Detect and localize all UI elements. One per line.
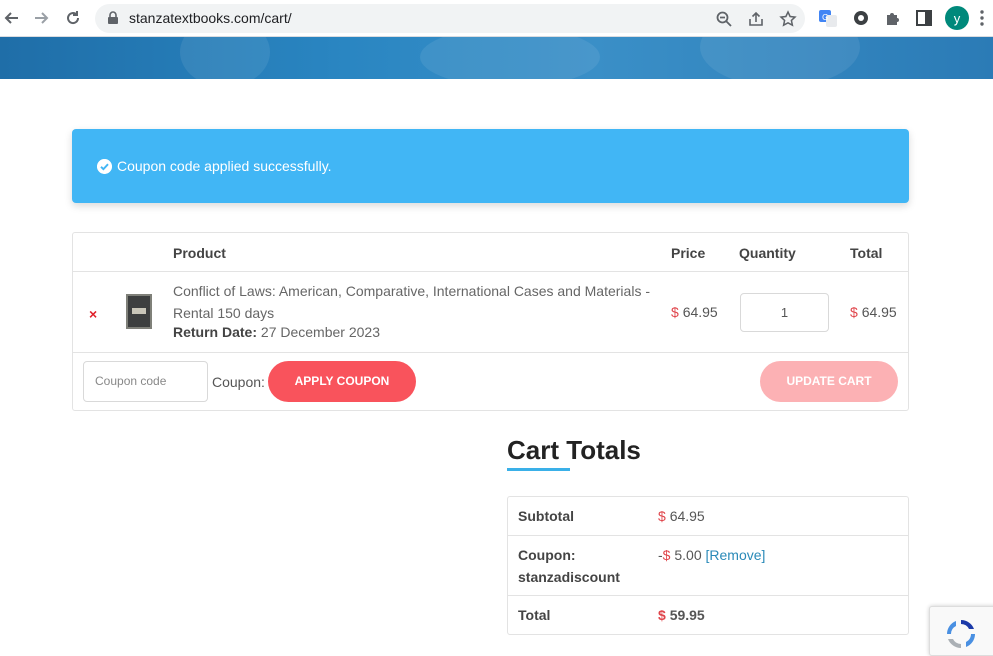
cart-table: Product Price Quantity Total × Conflict … xyxy=(72,232,909,411)
coupon-label: Coupon: xyxy=(212,374,265,390)
subtotal-currency: $ xyxy=(658,508,666,524)
price-currency: $ xyxy=(671,304,679,320)
divider xyxy=(508,595,908,596)
product-name[interactable]: Conflict of Laws: American, Comparative,… xyxy=(173,280,663,324)
subtotal-amount: $ 64.95 xyxy=(658,508,705,524)
recaptcha-icon xyxy=(947,620,975,648)
reload-icon[interactable] xyxy=(61,6,85,30)
coupon-label-text: Coupon: xyxy=(518,547,576,563)
total-value: 64.95 xyxy=(861,304,897,320)
side-panel-icon[interactable] xyxy=(914,8,934,28)
subtotal-value: 64.95 xyxy=(669,508,705,524)
title-underline xyxy=(507,468,570,471)
back-icon[interactable] xyxy=(0,6,24,30)
forward-icon[interactable] xyxy=(29,6,53,30)
header-price: Price xyxy=(671,245,706,261)
remove-item-icon[interactable]: × xyxy=(89,306,97,322)
update-cart-button[interactable]: UPDATE CART xyxy=(760,361,898,402)
share-icon[interactable] xyxy=(747,10,765,28)
url-text[interactable]: stanzatextbooks.com/cart/ xyxy=(129,10,292,26)
return-date-label: Return Date: xyxy=(173,324,258,340)
total-label: Total xyxy=(518,607,551,623)
coupon-value: 5.00 xyxy=(674,547,702,563)
address-bar[interactable]: stanzatextbooks.com/cart/ xyxy=(95,4,805,33)
menu-kebab-icon[interactable] xyxy=(980,9,984,27)
coupon-currency: $ xyxy=(662,547,671,563)
item-total: $ 64.95 xyxy=(850,304,897,320)
order-total: $ 59.95 xyxy=(658,607,705,623)
profile-avatar[interactable]: y xyxy=(945,6,969,30)
notice-message: Coupon code applied successfully. xyxy=(117,158,332,174)
bookmark-star-icon[interactable] xyxy=(779,10,797,28)
coupon-success-notice: Coupon code applied successfully. xyxy=(72,129,909,203)
remove-coupon-link[interactable]: [Remove] xyxy=(706,547,766,563)
recaptcha-badge[interactable] xyxy=(929,606,993,656)
divider xyxy=(73,352,908,353)
product-thumbnail[interactable] xyxy=(126,294,152,329)
coupon-line-label: Coupon: stanzadiscount xyxy=(518,544,620,588)
browser-toolbar: stanzatextbooks.com/cart/ G y xyxy=(0,0,993,37)
apply-coupon-button[interactable]: APPLY COUPON xyxy=(268,361,416,402)
zoom-icon[interactable] xyxy=(715,10,733,28)
total-currency: $ xyxy=(850,304,858,320)
header-total: Total xyxy=(850,245,883,261)
cart-totals-title: Cart Totals xyxy=(507,435,641,465)
subtotal-label: Subtotal xyxy=(518,508,574,524)
cart-totals-table: Subtotal $ 64.95 Coupon: stanzadiscount … xyxy=(507,496,909,635)
divider xyxy=(508,535,908,536)
header-quantity: Quantity xyxy=(739,245,796,261)
coupon-code-name: stanzadiscount xyxy=(518,569,620,585)
lock-icon xyxy=(108,11,118,24)
translate-icon[interactable]: G xyxy=(818,8,838,28)
hero-banner xyxy=(0,37,993,79)
order-total-value: 59.95 xyxy=(669,607,705,623)
header-product: Product xyxy=(173,245,226,261)
svg-text:G: G xyxy=(822,13,828,22)
check-circle-icon xyxy=(97,159,112,174)
return-date: Return Date: 27 December 2023 xyxy=(173,324,380,340)
coupon-amount: -$ 5.00 [Remove] xyxy=(658,547,765,563)
coupon-code-input[interactable]: Coupon code xyxy=(83,361,208,402)
item-price: $ 64.95 xyxy=(671,304,718,320)
order-total-currency: $ xyxy=(658,607,666,623)
quantity-input[interactable]: 1 xyxy=(740,293,829,332)
extensions-puzzle-icon[interactable] xyxy=(883,8,903,28)
price-value: 64.95 xyxy=(682,304,718,320)
divider xyxy=(73,271,908,272)
return-date-value: 27 December 2023 xyxy=(260,324,380,340)
extension-c-icon[interactable] xyxy=(851,8,871,28)
